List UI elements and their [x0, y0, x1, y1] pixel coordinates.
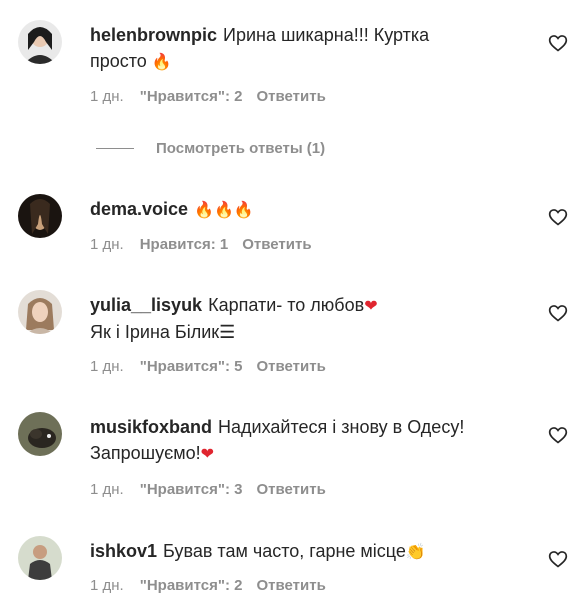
comment-meta: 1 дн. Нравится: 1 Ответить — [90, 236, 326, 253]
heart-emoji: ❤ — [364, 296, 378, 315]
avatar[interactable] — [18, 412, 62, 456]
like-button[interactable] — [548, 33, 568, 53]
comment-meta: 1 дн. "Нравится": 2 Ответить — [90, 88, 340, 105]
comment-meta: 1 дн. "Нравится": 2 Ответить — [90, 577, 340, 594]
comments-feed: helenbrownpic Ирина шикарна!!! Куртка про… — [0, 0, 582, 600]
view-replies-label: Посмотреть ответы (1) — [156, 139, 326, 157]
comment-timestamp: 1 дн. — [90, 481, 124, 498]
comment-username[interactable]: yulia__lisyuk — [90, 295, 202, 315]
comment-text: просто — [90, 51, 147, 71]
comment-likes[interactable]: "Нравится": 5 — [140, 358, 243, 375]
avatar-image — [18, 290, 62, 334]
heart-outline-icon — [548, 35, 568, 52]
reply-button[interactable]: Ответить — [256, 577, 325, 594]
comment-username[interactable]: dema.voice — [90, 199, 188, 219]
avatar[interactable] — [18, 194, 62, 238]
comment-text: Надихайтеся і знову в Одесу! — [218, 417, 465, 437]
like-button[interactable] — [548, 207, 568, 227]
comment-timestamp: 1 дн. — [90, 236, 124, 253]
avatar-image — [18, 536, 62, 580]
comment-likes[interactable]: "Нравится": 3 — [140, 481, 243, 498]
avatar[interactable] — [18, 290, 62, 334]
heart-emoji: ❤ — [200, 444, 215, 463]
comment-username[interactable]: musikfoxband — [90, 417, 212, 437]
comment-timestamp: 1 дн. — [90, 88, 124, 105]
avatar-image — [18, 20, 62, 64]
heart-outline-icon — [548, 551, 568, 568]
reply-button[interactable]: Ответить — [256, 88, 325, 105]
avatar[interactable] — [18, 20, 62, 64]
comment-text: Ирина шикарна!!! Куртка — [223, 25, 430, 45]
reply-button[interactable]: Ответить — [256, 481, 325, 498]
like-button[interactable] — [548, 425, 568, 445]
comment-likes[interactable]: Нравится: 1 — [140, 236, 229, 253]
avatar-image — [18, 412, 62, 456]
comment-text: Бував там часто, гарне місце — [163, 541, 406, 561]
comment-meta: 1 дн. "Нравится": 3 Ответить — [90, 481, 340, 498]
flag-emoji: ☰ — [219, 322, 235, 343]
replies-divider — [96, 147, 134, 149]
fire-emoji: 🔥 — [151, 52, 172, 71]
avatar[interactable] — [18, 536, 62, 580]
reply-button[interactable]: Ответить — [242, 236, 311, 253]
clap-emoji: 👏 — [405, 542, 426, 561]
comment-text: Запрошуємо! — [90, 443, 201, 463]
comment-username[interactable]: helenbrownpic — [90, 25, 217, 45]
like-button[interactable] — [548, 549, 568, 569]
fire-emoji: 🔥🔥🔥 — [194, 200, 254, 219]
reply-button[interactable]: Ответить — [256, 358, 325, 375]
like-button[interactable] — [548, 303, 568, 323]
comment-likes[interactable]: "Нравится": 2 — [140, 577, 243, 594]
comment-text: Карпати- то любов — [208, 295, 365, 315]
avatar-image — [18, 194, 62, 238]
comment-text: Як і Ірина Білик — [90, 322, 220, 342]
comment-username[interactable]: ishkov1 — [90, 541, 157, 561]
heart-outline-icon — [548, 305, 568, 322]
heart-outline-icon — [548, 427, 568, 444]
heart-outline-icon — [548, 209, 568, 226]
comment-timestamp: 1 дн. — [90, 577, 124, 594]
view-replies-button[interactable]: Посмотреть ответы (1) — [96, 138, 325, 158]
comment-likes[interactable]: "Нравится": 2 — [140, 88, 243, 105]
comment-timestamp: 1 дн. — [90, 358, 124, 375]
comment-meta: 1 дн. "Нравится": 5 Ответить — [90, 358, 340, 375]
